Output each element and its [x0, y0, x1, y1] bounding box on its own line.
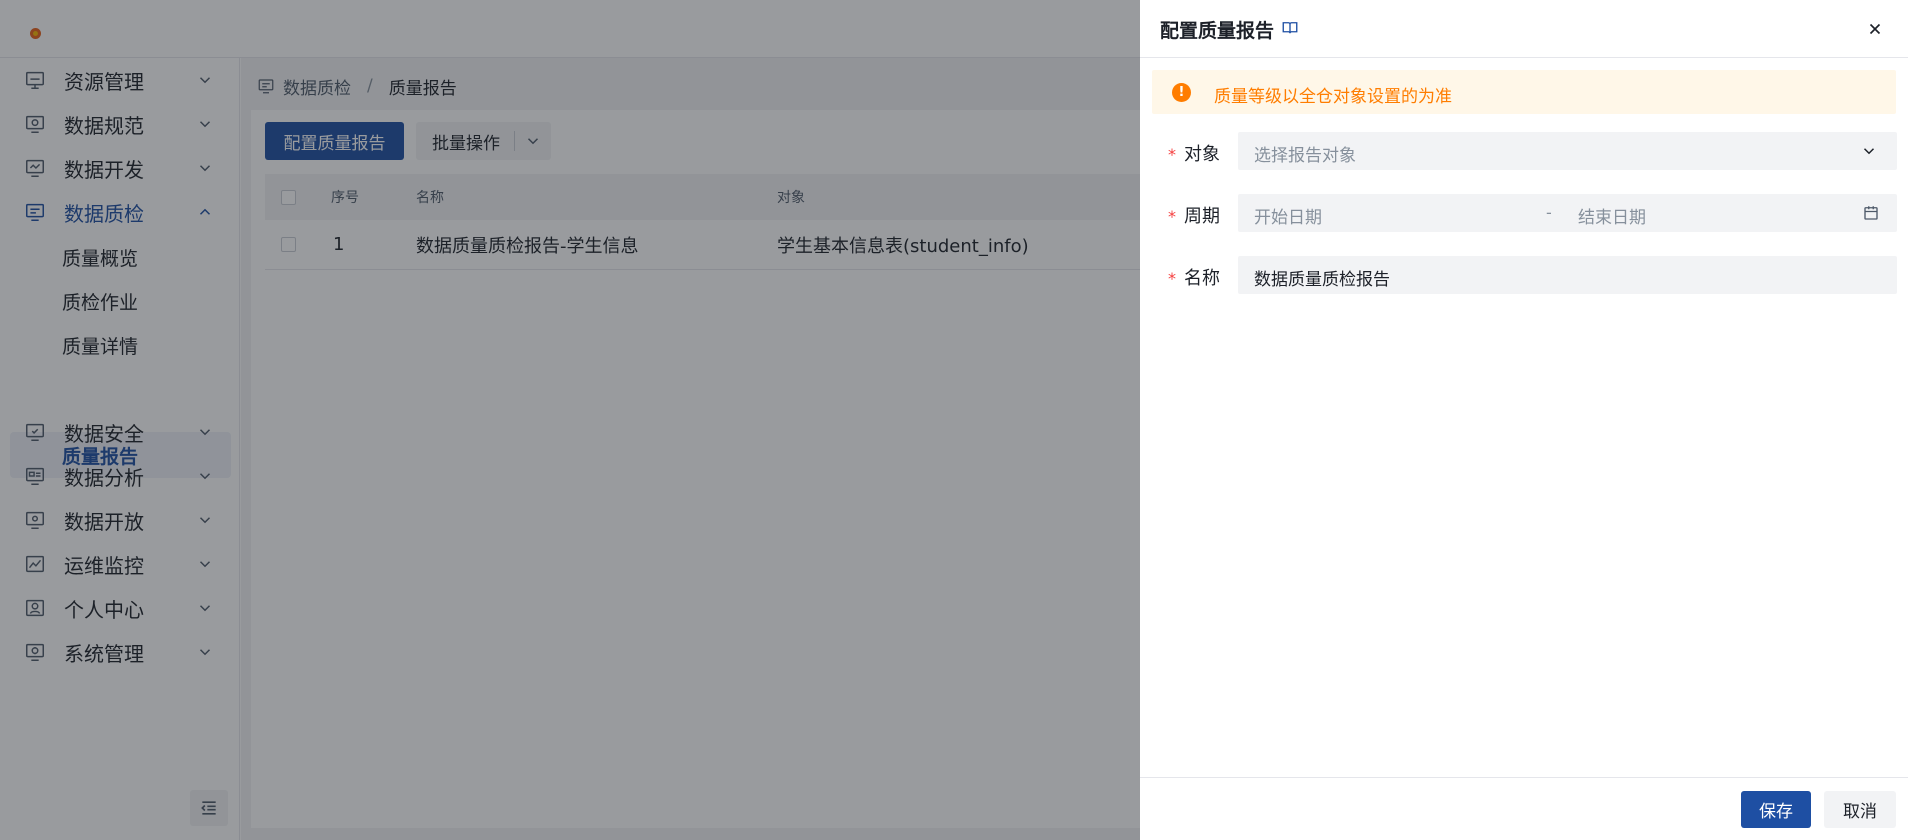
- form-row-period: * 周期 开始日期 - 结束日期: [1140, 194, 1908, 232]
- period-range-picker[interactable]: 开始日期 - 结束日期: [1238, 194, 1897, 232]
- calendar-icon: [1862, 204, 1880, 222]
- end-date-input[interactable]: 结束日期: [1578, 203, 1646, 228]
- period-label-text: 周期: [1184, 206, 1220, 227]
- period-label: * 周期: [1168, 202, 1220, 228]
- required-mark: *: [1168, 145, 1176, 164]
- drawer-header: 配置质量报告: [1140, 0, 1908, 58]
- chevron-down-icon: [1860, 142, 1878, 160]
- drawer-footer: 保存 取消: [1140, 777, 1908, 840]
- warning-alert: ! 质量等级以全仓对象设置的为准: [1152, 70, 1896, 114]
- form-row-object: * 对象 选择报告对象: [1140, 132, 1908, 170]
- config-report-drawer: 配置质量报告 ! 质量等级以全仓对象设置的为准 * 对象 选择报告对象 * 周期 开…: [1140, 0, 1908, 840]
- required-mark: *: [1168, 269, 1176, 288]
- range-separator: -: [1546, 203, 1552, 222]
- start-date-input[interactable]: 开始日期: [1254, 203, 1322, 228]
- close-icon[interactable]: [1866, 20, 1884, 38]
- name-label-text: 名称: [1184, 268, 1220, 289]
- alert-text: 质量等级以全仓对象设置的为准: [1214, 87, 1452, 107]
- save-button[interactable]: 保存: [1741, 791, 1811, 828]
- object-label: * 对象: [1168, 140, 1220, 166]
- drawer-title: 配置质量报告: [1160, 20, 1275, 42]
- form-row-name: * 名称 数据质量质检报告: [1140, 256, 1908, 294]
- name-label: * 名称: [1168, 264, 1220, 290]
- object-select[interactable]: 选择报告对象: [1238, 132, 1897, 170]
- required-mark: *: [1168, 207, 1176, 226]
- warning-icon: !: [1172, 83, 1191, 102]
- book-icon[interactable]: [1281, 19, 1299, 37]
- object-label-text: 对象: [1184, 144, 1220, 165]
- cancel-button[interactable]: 取消: [1824, 791, 1896, 828]
- name-input-value: 数据质量质检报告: [1254, 270, 1390, 290]
- modal-mask[interactable]: [0, 0, 1140, 840]
- name-input[interactable]: 数据质量质检报告: [1238, 256, 1897, 294]
- object-placeholder: 选择报告对象: [1254, 146, 1356, 166]
